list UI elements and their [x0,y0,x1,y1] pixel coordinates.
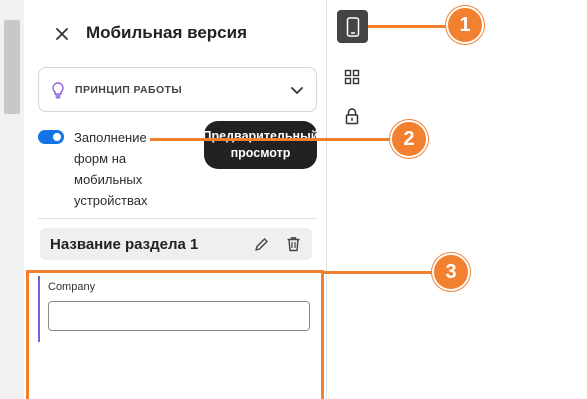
scrollbar-thumb[interactable] [4,20,20,114]
toggle-knob [53,133,61,141]
edit-section-button[interactable] [252,235,270,253]
mobile-forms-toggle[interactable] [38,130,64,144]
preview-button[interactable]: Предварительный просмотр [203,121,318,169]
callout-outline-3 [26,270,324,399]
close-button[interactable] [52,24,72,44]
callout-line-1 [368,25,448,28]
callout-badge-3: 3 [432,253,470,291]
sections-tool-button[interactable] [340,65,364,89]
close-icon [56,28,68,40]
scrollbar-track[interactable] [0,0,24,399]
how-it-works-label: ПРИНЦИП РАБОТЫ [75,83,183,96]
mobile-view-tool-button[interactable] [337,10,368,43]
delete-section-button[interactable] [284,235,302,253]
section-divider [38,218,317,219]
callout-badge-1: 1 [446,6,484,44]
lightbulb-icon [49,81,67,99]
mobile-phone-icon [346,16,359,37]
callout-line-3 [324,271,434,274]
grid-icon [344,69,360,85]
section-title: Название раздела 1 [50,235,199,253]
section-header: Название раздела 1 [40,228,312,260]
chevron-down-icon [291,86,303,94]
callout-line-2 [150,138,392,141]
trash-icon [287,237,299,252]
lock-tool-button[interactable] [340,104,364,128]
panel-title: Мобильная версия [86,23,248,42]
panel-divider [326,0,327,399]
how-it-works-accordion[interactable]: ПРИНЦИП РАБОТЫ [38,67,317,112]
pencil-icon [254,237,268,251]
callout-badge-2: 2 [390,120,428,158]
lock-icon [345,108,359,125]
